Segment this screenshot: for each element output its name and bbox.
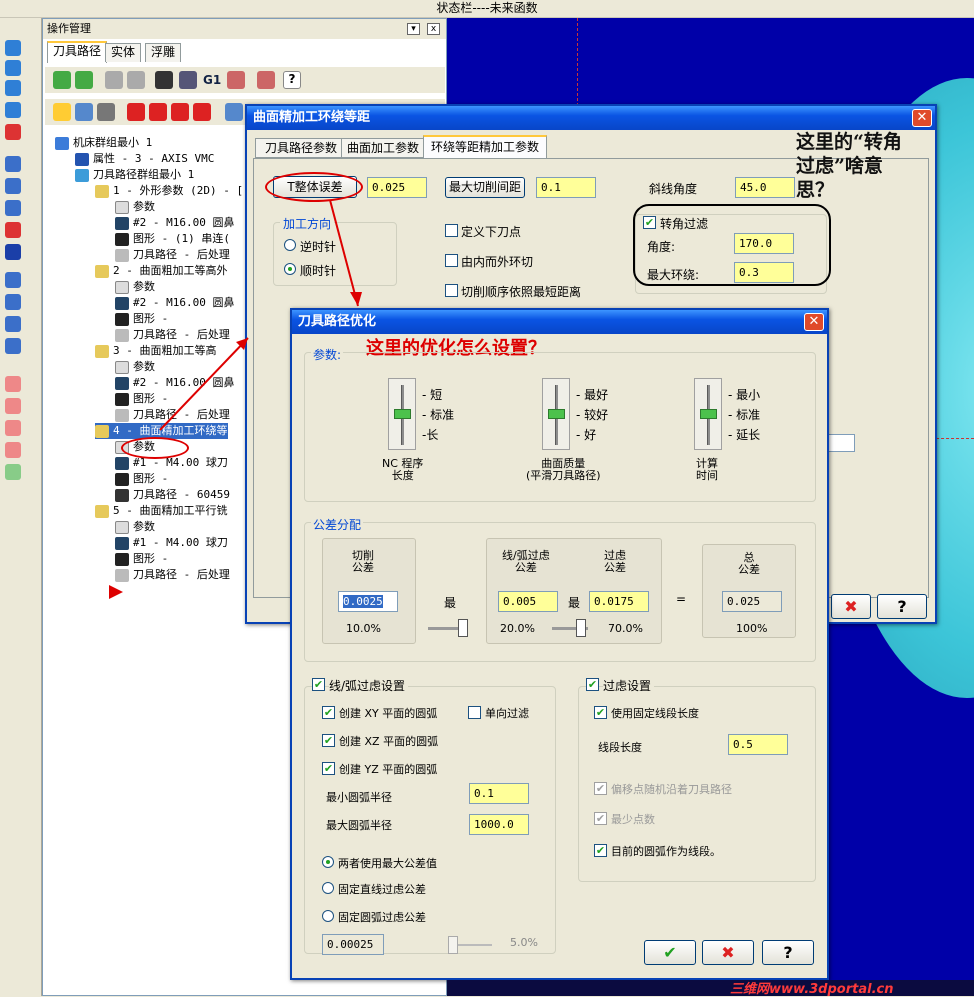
arrow-to-dialog [159, 337, 249, 431]
arrow-to-optimize [329, 199, 359, 307]
watermark: 三维网www.3dportal.cn [730, 982, 894, 997]
bottom-strip [447, 980, 974, 996]
annotation-arrows [159, 199, 362, 431]
arrowhead [350, 292, 362, 306]
